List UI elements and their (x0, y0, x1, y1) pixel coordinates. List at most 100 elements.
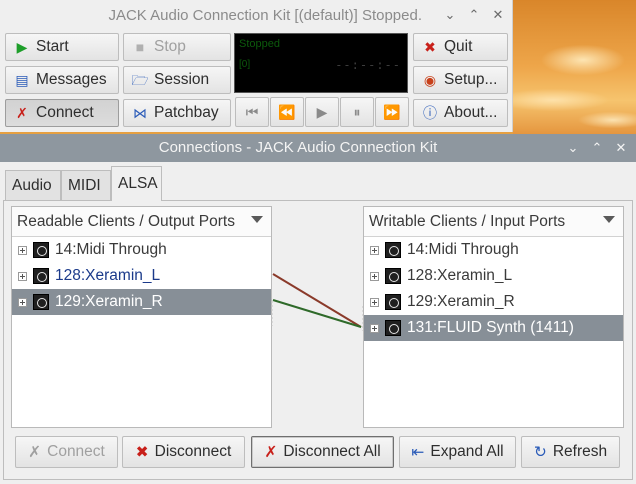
expand-icon[interactable] (18, 297, 27, 307)
midi-client-icon (385, 320, 401, 336)
expand-icon[interactable] (370, 271, 379, 281)
midi-client-icon (33, 242, 49, 258)
readable-clients-header[interactable]: Readable Clients / Output Ports (12, 207, 271, 237)
client-label: 14:Midi Through (55, 241, 167, 258)
connection-lines (271, 273, 364, 331)
play-icon: ▶ (16, 39, 28, 55)
status-display: Stopped [0] --:--:-- (234, 33, 408, 93)
connect-button[interactable]: ✗ Connect (15, 436, 118, 468)
expand-all-icon: ⇤ (411, 443, 425, 461)
messages-icon: ▤ (15, 72, 29, 88)
patchbay-label: Patchbay (154, 104, 219, 121)
client-label: 128:Xeramin_L (407, 267, 513, 284)
jack-titlebar[interactable]: JACK Audio Connection Kit [(default)] St… (0, 0, 512, 30)
close-icon[interactable]: ✕ (489, 6, 507, 24)
refresh-label: Refresh (552, 443, 608, 460)
quit-button[interactable]: ✖ Quit (413, 33, 508, 61)
minimize-icon[interactable]: ⌄ (564, 139, 582, 157)
messages-button[interactable]: ▤ Messages (5, 66, 119, 94)
jack-window-title: JACK Audio Connection Kit [(default)] St… (108, 6, 422, 24)
disconnect-all-label: Disconnect All (283, 443, 381, 460)
skip-back-icon: ⏮ (245, 103, 259, 120)
list-item-selected[interactable]: 129:Xeramin_R (12, 289, 271, 315)
tab-label: MIDI (68, 176, 101, 194)
minimize-icon[interactable]: ⌄ (441, 6, 459, 24)
client-label: 128:Xeramin_L (55, 267, 161, 284)
quit-icon: ✖ (424, 39, 436, 55)
midi-client-icon (385, 242, 401, 258)
jack-main-window: JACK Audio Connection Kit [(default)] St… (0, 0, 513, 132)
list-item[interactable]: 14:Midi Through (364, 237, 623, 263)
list-item-selected[interactable]: 131:FLUID Synth (1411) (364, 315, 623, 341)
connect-icon: ✗ (16, 105, 28, 121)
client-label: 129:Xeramin_R (407, 293, 515, 310)
refresh-button[interactable]: ↻ Refresh (521, 436, 620, 468)
play-button[interactable]: ▶ (305, 97, 339, 127)
forward-button[interactable]: ⏩ (375, 97, 409, 127)
expand-all-label: Expand All (430, 443, 504, 460)
midi-client-icon (385, 268, 401, 284)
tab-audio[interactable]: Audio (5, 170, 61, 200)
desktop-wallpaper (513, 0, 636, 134)
connections-titlebar[interactable]: Connections - JACK Audio Connection Kit … (0, 134, 636, 162)
rewind-icon: ⏪ (278, 103, 296, 120)
stop-label: Stop (154, 38, 186, 55)
start-button[interactable]: ▶ Start (5, 33, 119, 61)
setup-label: Setup... (444, 71, 498, 88)
connection-line-xeramin-r (272, 299, 362, 328)
maximize-icon[interactable]: ⌃ (465, 6, 483, 24)
setup-button[interactable]: ◉ Setup... (413, 66, 508, 94)
client-label: 129:Xeramin_R (55, 293, 163, 310)
close-icon[interactable]: ✕ (612, 139, 630, 157)
expand-icon[interactable] (18, 271, 27, 281)
list-item[interactable]: 128:Xeramin_L (364, 263, 623, 289)
rewind-start-button[interactable]: ⏮ (235, 97, 269, 127)
readable-clients-list[interactable]: Readable Clients / Output Ports 14:Midi … (11, 206, 272, 428)
patchbay-button[interactable]: ⋈ Patchbay (123, 99, 231, 127)
disconnect-all-icon: ✗ (264, 443, 278, 461)
disconnect-button[interactable]: ✖ Disconnect (122, 436, 245, 468)
messages-label: Messages (36, 71, 107, 88)
expand-icon[interactable] (370, 297, 379, 307)
session-label: Session (154, 71, 210, 88)
expand-icon[interactable] (18, 245, 27, 255)
sample-rate-text: [0] (239, 59, 251, 70)
play-transport-icon: ▶ (316, 103, 328, 120)
writable-header-label: Writable Clients / Input Ports (369, 212, 566, 230)
stop-icon: ■ (135, 39, 145, 55)
pause-button[interactable]: ⏸ (340, 97, 374, 127)
connect-label: Connect (47, 443, 105, 460)
time-readout: --:--:-- (335, 58, 401, 72)
list-item[interactable]: 128:Xeramin_L (12, 263, 271, 289)
quit-label: Quit (444, 38, 473, 55)
tab-midi[interactable]: MIDI (61, 170, 111, 200)
writable-clients-header[interactable]: Writable Clients / Input Ports (364, 207, 623, 237)
about-label: About... (444, 104, 498, 121)
tab-label: Audio (12, 176, 52, 194)
session-button[interactable]: 🗁 Session (123, 66, 231, 94)
midi-client-icon (33, 268, 49, 284)
connect-icon: ✗ (28, 443, 42, 461)
folder-icon: 🗁 (131, 72, 149, 88)
connection-line-xeramin-l (272, 273, 362, 328)
disconnect-all-button[interactable]: ✗ Disconnect All (251, 436, 394, 468)
midi-client-icon (33, 294, 49, 310)
list-item[interactable]: 129:Xeramin_R (364, 289, 623, 315)
stop-button[interactable]: ■ Stop (123, 33, 231, 61)
connect-window-button[interactable]: ✗ Connect (5, 99, 119, 127)
maximize-icon[interactable]: ⌃ (588, 139, 606, 157)
disconnect-label: Disconnect (154, 443, 232, 460)
patchbay-icon: ⋈ (133, 105, 147, 121)
about-button[interactable]: ⓘ About... (413, 99, 508, 127)
client-label: 131:FLUID Synth (1411) (407, 319, 574, 336)
rewind-button[interactable]: ⏪ (270, 97, 304, 127)
client-label: 14:Midi Through (407, 241, 519, 258)
expand-icon[interactable] (370, 245, 379, 255)
connections-window-title: Connections - JACK Audio Connection Kit (158, 139, 438, 156)
expand-icon[interactable] (370, 323, 379, 333)
list-item[interactable]: 14:Midi Through (12, 237, 271, 263)
writable-clients-list[interactable]: Writable Clients / Input Ports 14:Midi T… (363, 206, 624, 428)
start-label: Start (36, 38, 69, 55)
expand-all-button[interactable]: ⇤ Expand All (399, 436, 516, 468)
tab-alsa[interactable]: ALSA (111, 166, 162, 201)
